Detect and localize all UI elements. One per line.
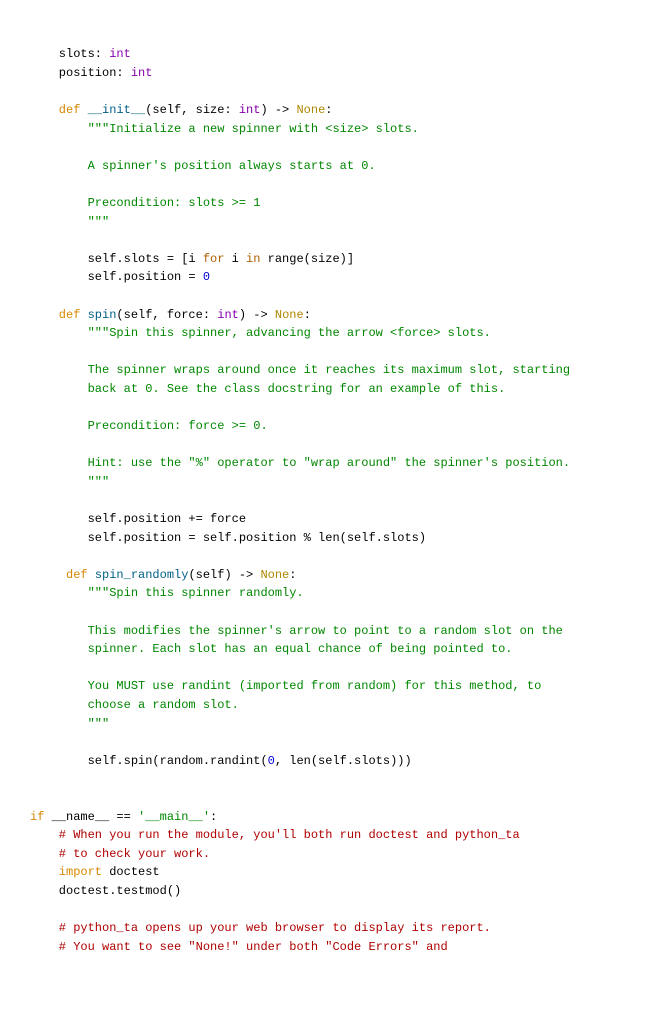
line: Hint: use the "%" operator to "wrap arou… (30, 456, 570, 470)
line: """ (30, 215, 109, 229)
line: # When you run the module, you'll both r… (30, 828, 520, 842)
line: self.position = 0 (30, 270, 210, 284)
line: self.position += force (30, 512, 246, 526)
line: """ (30, 475, 109, 489)
line: # You want to see "None!" under both "Co… (30, 940, 448, 954)
line: slots: int (30, 47, 131, 61)
line: def spin(self, force: int) -> None: (30, 308, 311, 322)
code-block: slots: int position: int def __init__(se… (30, 45, 660, 956)
line: def __init__(self, size: int) -> None: (30, 103, 332, 117)
line: The spinner wraps around once it reaches… (30, 363, 570, 377)
line: self.position = self.position % len(self… (30, 531, 426, 545)
line: """Spin this spinner, advancing the arro… (30, 326, 491, 340)
line: """Spin this spinner randomly. (30, 586, 304, 600)
line: self.slots = [i for i in range(size)] (30, 252, 354, 266)
line: position: int (30, 66, 152, 80)
line: Precondition: force >= 0. (30, 419, 268, 433)
line: """Initialize a new spinner with <size> … (30, 122, 419, 136)
line: import doctest (30, 865, 160, 879)
line: You MUST use randint (imported from rand… (30, 679, 541, 693)
line: if __name__ == '__main__': (30, 810, 217, 824)
line: def spin_randomly(self) -> None: (30, 568, 296, 582)
line: doctest.testmod() (30, 884, 181, 898)
line: # to check your work. (30, 847, 210, 861)
line: choose a random slot. (30, 698, 239, 712)
line: Precondition: slots >= 1 (30, 196, 260, 210)
line: # python_ta opens up your web browser to… (30, 921, 491, 935)
line: """ (30, 717, 109, 731)
line: back at 0. See the class docstring for a… (30, 382, 505, 396)
line: spinner. Each slot has an equal chance o… (30, 642, 512, 656)
line: self.spin(random.randint(0, len(self.slo… (30, 754, 412, 768)
line: A spinner's position always starts at 0. (30, 159, 376, 173)
line: This modifies the spinner's arrow to poi… (30, 624, 563, 638)
